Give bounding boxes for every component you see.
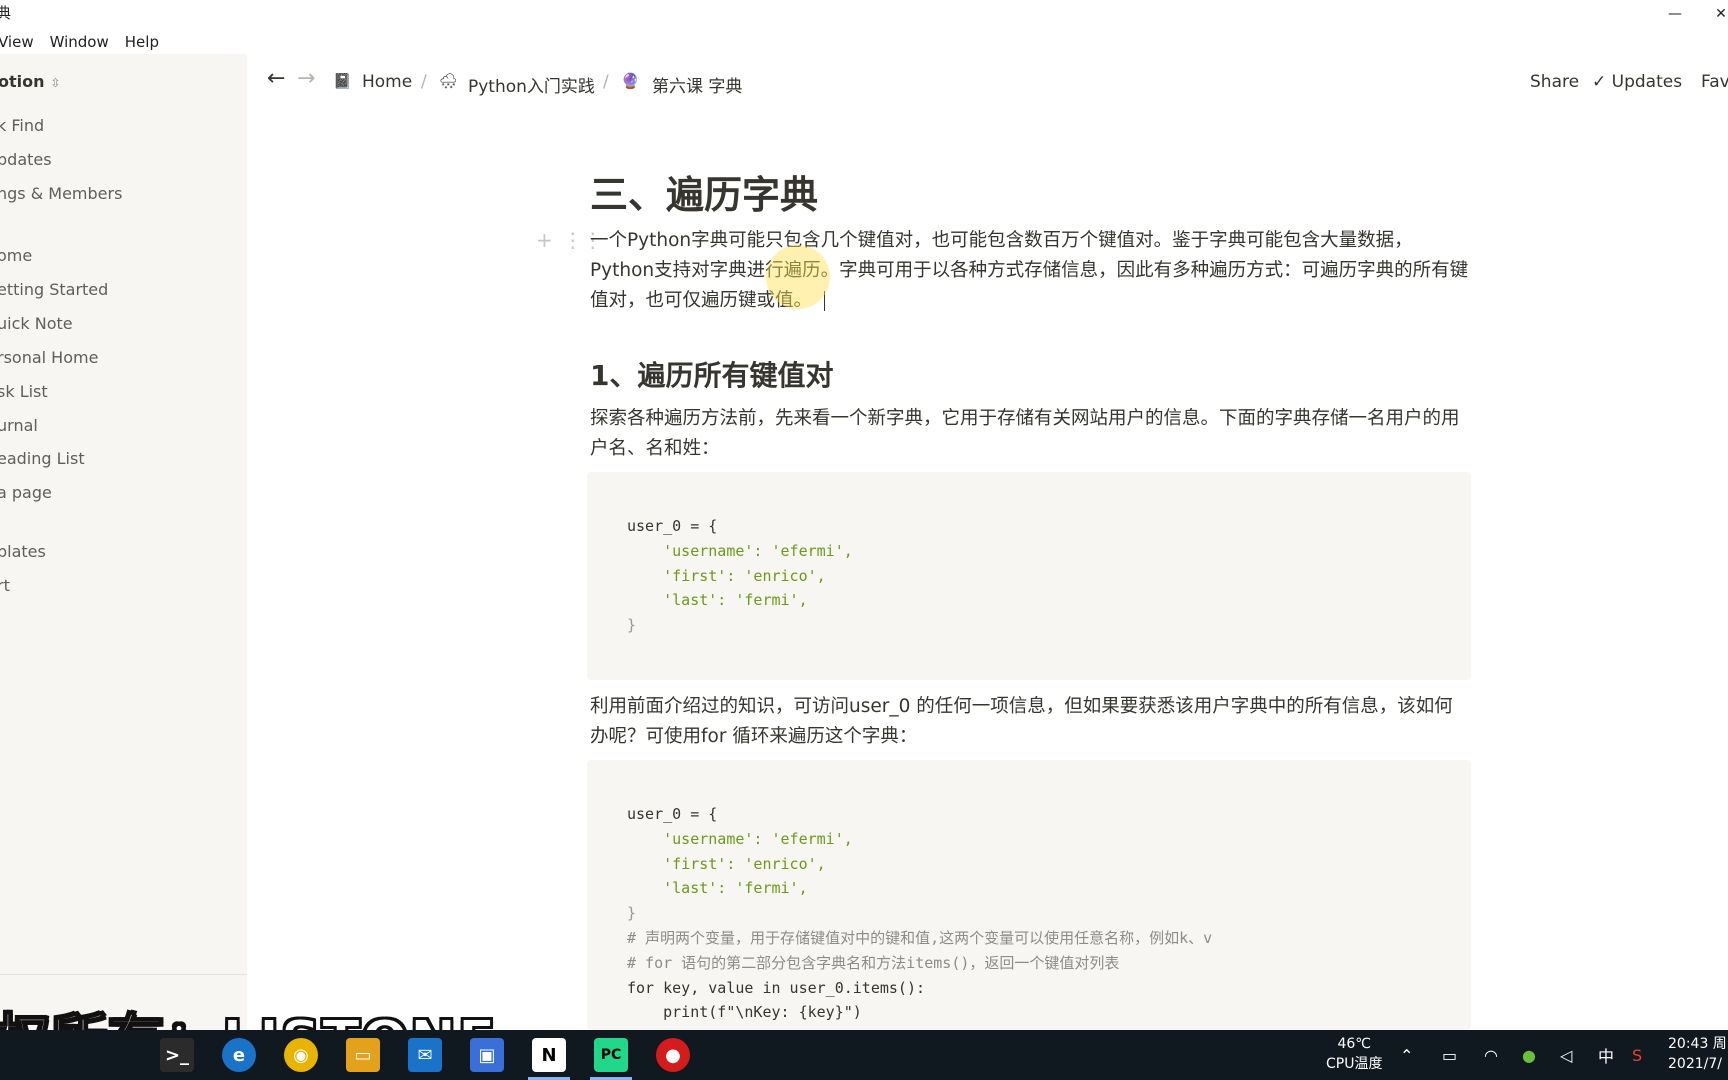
snow-cloud-icon: 🌨 [439, 72, 459, 90]
sidebar-item-add-page[interactable]: a page [0, 483, 52, 502]
code-line: } [627, 616, 637, 635]
updates-label: Updates [1611, 72, 1683, 92]
code-line: user_0 = { [627, 805, 718, 823]
sidebar-item-getting-started[interactable]: etting Started [0, 280, 108, 299]
code-block-1[interactable]: user_0 = { 'username': 'efermi', 'first'… [587, 472, 1471, 680]
window-title: 典 [0, 4, 12, 22]
plus-icon[interactable]: + [536, 228, 553, 252]
code-line: print(f"\nKey: {key}") [627, 1003, 862, 1022]
sidebar-item-personal-home[interactable]: rsonal Home [0, 348, 98, 367]
mail-icon[interactable]: ✉ [408, 1038, 442, 1072]
sidebar: otion ⇳ k Find pdates ngs & Members ome e… [0, 54, 247, 1030]
code-block-2[interactable]: user_0 = { 'username': 'efermi', 'first'… [587, 760, 1471, 1030]
sidebar-item-quick-note[interactable]: uick Note [0, 314, 73, 333]
menu-view[interactable]: View [0, 30, 34, 54]
tray-chevron-icon[interactable]: ⌃ [1400, 1030, 1413, 1080]
clock-time: 20:43 周 [1668, 1036, 1727, 1052]
forward-arrow-icon[interactable]: → [297, 66, 315, 91]
back-arrow-icon[interactable]: ← [267, 66, 285, 91]
sidebar-item-updates[interactable]: pdates [0, 150, 52, 169]
menu-bar: View Window Help [0, 30, 175, 54]
security-icon[interactable]: ● [1522, 1030, 1536, 1080]
subsection-heading[interactable]: 1、遍历所有键值对 [590, 354, 833, 394]
clock[interactable]: 20:43 周 2021/7/ [1668, 1034, 1727, 1074]
code-comment: # for 语句的第二部分包含字典名和方法items()，返回一个键值对列表 [627, 953, 1120, 972]
code-comment: # 声明两个变量，用于存储键值对中的键和值,这两个变量可以使用任意名称，例如k、… [627, 928, 1213, 947]
edge-browser-icon[interactable]: e [222, 1038, 256, 1072]
code-line: for key, value in user_0.items(): [627, 978, 926, 997]
sidebar-item-quick-find[interactable]: k Find [0, 116, 44, 135]
temperature-value: 46℃ [1337, 1036, 1371, 1052]
section-heading[interactable]: 三、遍历字典 [590, 164, 818, 219]
chevron-updown-icon: ⇳ [50, 76, 61, 90]
updates-button[interactable]: ✓ Updates [1592, 72, 1682, 92]
code-line: user_0 = { [627, 517, 718, 535]
battery-icon[interactable]: ▭ [1442, 1030, 1457, 1080]
breadcrumb-home[interactable]: Home [362, 72, 412, 92]
minimize-button[interactable]: — [1652, 0, 1698, 28]
title-bar: 典 — ✕ [0, 0, 1728, 28]
breadcrumb-python[interactable]: Python入门实践 [468, 72, 595, 97]
workspace-switcher[interactable]: otion ⇳ [0, 72, 61, 91]
code-line: 'first': 'enrico', [627, 854, 826, 873]
temperature-label: CPU温度 [1326, 1056, 1383, 1072]
sogou-ime-icon[interactable]: S [1632, 1030, 1642, 1080]
share-button[interactable]: Share [1530, 72, 1579, 92]
paragraph-for-loop[interactable]: 利用前面介绍过的知识，可访问user_0 的任何一项信息，但如果要获悉该用户字典… [590, 692, 1470, 752]
code-line: 'username': 'efermi', [627, 541, 853, 560]
favorite-button[interactable]: Fave [1701, 72, 1728, 92]
close-button[interactable]: ✕ [1698, 0, 1728, 28]
wifi-icon[interactable]: ◠ [1484, 1030, 1498, 1080]
notion-app-icon[interactable]: N [532, 1038, 566, 1072]
breadcrumb-separator: / [603, 72, 609, 92]
sidebar-item-journal[interactable]: urnal [0, 416, 38, 435]
breadcrumb-separator: / [421, 72, 427, 92]
chrome-browser-icon[interactable]: ◉ [284, 1038, 318, 1072]
code-line: } [627, 904, 637, 923]
sidebar-item-settings[interactable]: ngs & Members [0, 184, 122, 203]
code-line: 'last': 'fermi', [627, 591, 808, 610]
pycharm-icon[interactable]: PC [594, 1038, 628, 1072]
file-explorer-icon[interactable]: ▭ [346, 1038, 380, 1072]
menu-help[interactable]: Help [125, 30, 159, 54]
intro-paragraph[interactable]: 一个Python字典可能只包含几个键值对，也可能包含数百万个键值对。鉴于字典可能… [590, 226, 1470, 316]
mouse-highlight [766, 245, 830, 309]
top-bar: ← → 📓 Home / 🌨 Python入门实践 / 🔮 第六课 字典 Sha… [247, 62, 1728, 104]
sidebar-item-task-list[interactable]: sk List [0, 382, 48, 401]
sidebar-item-home[interactable]: ome [0, 246, 32, 265]
sidebar-item-templates[interactable]: plates [0, 542, 46, 561]
code-line: 'username': 'efermi', [627, 829, 853, 848]
sidebar-item-import[interactable]: rt [0, 576, 10, 595]
menu-window[interactable]: Window [50, 30, 109, 54]
sidebar-item-reading-list[interactable]: eading List [0, 449, 85, 468]
terminal-icon[interactable]: >_ [160, 1038, 194, 1072]
paragraph-user-dict[interactable]: 探索各种遍历方法前，先来看一个新字典，它用于存储有关网站用户的信息。下面的字典存… [590, 404, 1470, 464]
breadcrumb-current-page[interactable]: 第六课 字典 [652, 72, 742, 97]
code-line: 'last': 'fermi', [627, 879, 808, 898]
workspace-name: otion [0, 72, 45, 91]
cpu-temperature: 46℃ CPU温度 [1326, 1034, 1382, 1074]
store-icon[interactable]: ▣ [470, 1038, 504, 1072]
intro-text: 一个Python字典可能只包含几个键值对，也可能包含数百万个键值对。鉴于字典可能… [590, 230, 1469, 311]
record-icon[interactable]: ● [656, 1038, 690, 1072]
code-line: 'first': 'enrico', [627, 566, 826, 585]
volume-icon[interactable]: ◁ [1560, 1030, 1572, 1080]
clock-date: 2021/7/ [1668, 1056, 1722, 1072]
ime-indicator[interactable]: 中 [1598, 1030, 1614, 1080]
sidebar-divider [0, 974, 247, 975]
crystal-ball-icon: 🔮 [621, 72, 640, 90]
taskbar: >_ e ◉ ▭ ✉ ▣ N PC ● 46℃ CPU温度 ⌃ ▭ ◠ ● ◁ … [0, 1030, 1728, 1080]
check-icon: ✓ [1592, 72, 1612, 92]
notebook-icon: 📓 [333, 72, 352, 90]
